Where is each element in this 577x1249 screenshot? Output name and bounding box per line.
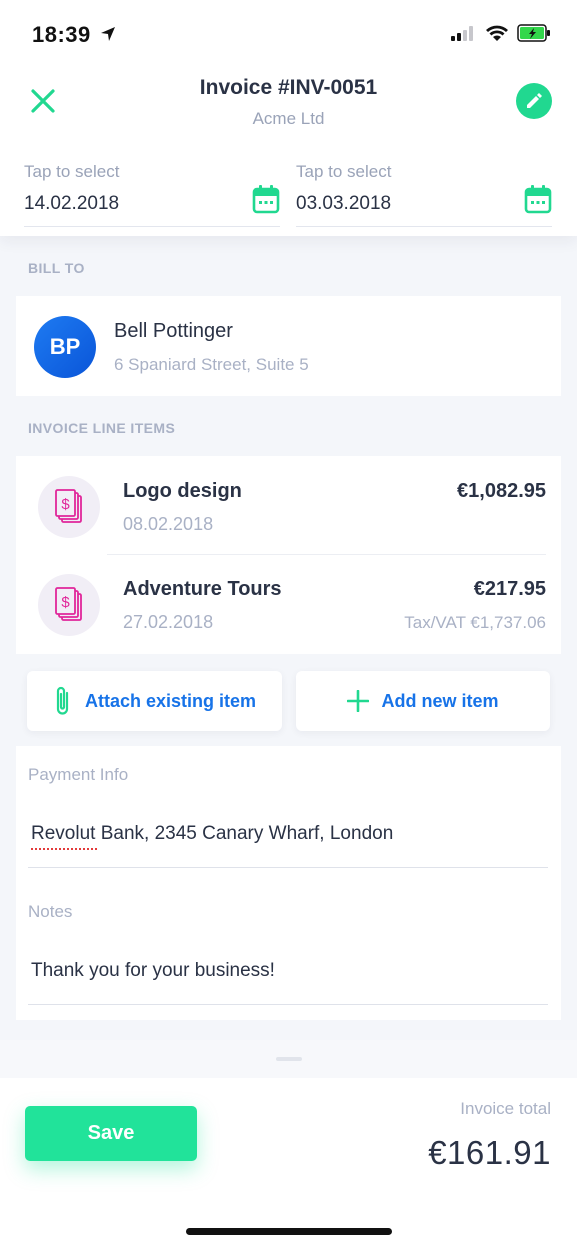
add-new-item-button[interactable]: Add new item: [296, 671, 550, 731]
payment-info-underline: [28, 867, 548, 868]
spellcheck-underline: [31, 846, 97, 850]
due-date-value: 03.03.2018: [296, 193, 392, 214]
invoice-total-label: Invoice total: [460, 1099, 551, 1118]
list-item[interactable]: $ Logo design 08.02.2018 €1,082.95: [16, 458, 561, 554]
battery-icon: [517, 24, 550, 42]
home-indicator[interactable]: [186, 1228, 392, 1235]
item-date: 08.02.2018: [123, 514, 214, 534]
item-amount: €217.95: [473, 578, 546, 600]
wifi-icon: [486, 25, 508, 41]
edit-button[interactable]: [516, 83, 552, 119]
svg-text:$: $: [61, 496, 70, 513]
plus-icon: [347, 690, 370, 712]
divider: [107, 554, 546, 555]
status-time: 18:39: [32, 22, 91, 47]
status-icons: [451, 24, 551, 42]
due-date-field[interactable]: Tap to select 03.03.2018: [296, 160, 552, 227]
invoice-dollar-icon: $: [38, 574, 100, 636]
add-new-item-label: Add new item: [381, 690, 499, 711]
client-name: Bell Pottinger: [114, 320, 233, 342]
attach-existing-item-button[interactable]: Attach existing item: [27, 671, 282, 731]
invoice-total-value: €161.91: [428, 1134, 551, 1171]
payment-info-label: Payment Info: [28, 765, 129, 784]
start-date-field[interactable]: Tap to select 14.02.2018: [24, 160, 280, 227]
notes-underline: [28, 1004, 548, 1005]
pencil-icon: [527, 93, 542, 108]
drag-handle[interactable]: [276, 1057, 302, 1061]
client-address: 6 Spaniard Street, Suite 5: [114, 355, 309, 374]
location-arrow-icon: [100, 26, 116, 47]
payment-info-field[interactable]: Revolut Bank, 2345 Canary Wharf, London: [31, 823, 546, 845]
client-card[interactable]: [16, 296, 561, 396]
company-name: Acme Ltd: [252, 109, 325, 128]
signal-icon: [451, 26, 473, 41]
invoice-dollar-icon: $: [38, 476, 100, 538]
svg-text:$: $: [61, 594, 70, 611]
due-date-label: Tap to select: [296, 162, 392, 181]
item-tax: Tax/VAT €1,737.06: [404, 613, 546, 632]
notes-label: Notes: [28, 902, 73, 921]
paperclip-icon: [56, 686, 69, 715]
item-name: Logo design: [123, 480, 242, 502]
bill-to-heading: BILL TO: [28, 260, 85, 276]
list-item[interactable]: $ Adventure Tours 27.02.2018 €217.95 Tax…: [16, 556, 561, 652]
notes-field[interactable]: Thank you for your business!: [31, 960, 546, 982]
item-date: 27.02.2018: [123, 612, 214, 632]
attach-existing-item-label: Attach existing item: [84, 690, 257, 711]
item-name: Adventure Tours: [123, 578, 282, 600]
item-amount: €1,082.95: [457, 480, 546, 502]
line-items-heading: INVOICE LINE ITEMS: [28, 420, 176, 436]
save-button[interactable]: Save: [25, 1106, 197, 1161]
start-date-label: Tap to select: [24, 162, 120, 181]
calendar-icon: [252, 185, 280, 214]
invoice-title: Invoice #INV-0051: [199, 76, 378, 99]
avatar: BP: [34, 316, 96, 378]
calendar-icon: [524, 185, 552, 214]
start-date-value: 14.02.2018: [24, 193, 120, 214]
